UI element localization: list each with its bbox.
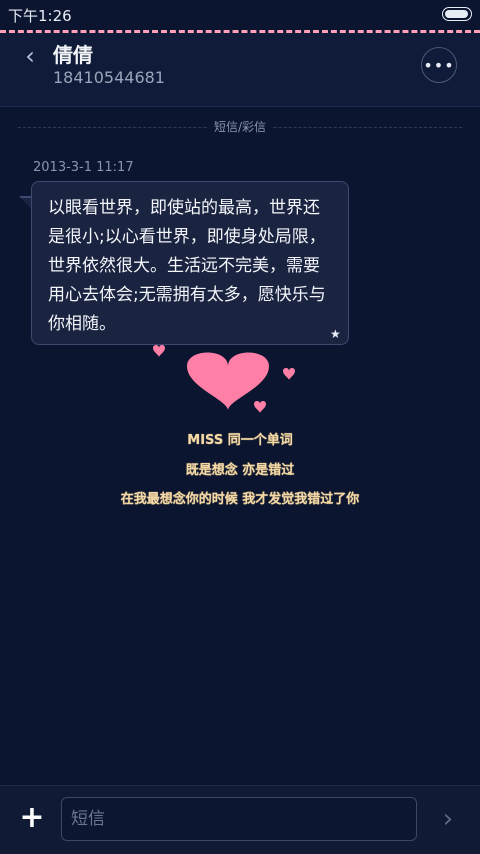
chevron-left-icon: ‹ [25,42,35,70]
message-input[interactable] [61,797,417,841]
add-attachment-button[interactable]: + [18,803,46,833]
message-bubble[interactable]: 以眼看世界，即使站的最高，世界还是很小;以心看世界，即使身处局限，世界依然很大。… [31,181,349,345]
conversation-header: ‹ 倩倩 18410544681 ••• [0,33,480,107]
send-arrow-icon: › [442,804,454,834]
battery-icon [442,7,472,21]
more-options-button[interactable]: ••• [421,47,457,83]
heart-small-left-icon [153,345,165,357]
hearts-decoration [153,345,295,413]
message-text: 以眼看世界，即使站的最高，世界还是很小;以心看世界，即使身处局限，世界依然很大。… [48,198,326,334]
status-time: 下午1:26 [8,7,72,25]
message-timestamp: 2013-3-1 11:17 [33,160,134,175]
contact-name: 倩倩 [53,43,93,67]
heart-small-right-icon [283,368,295,380]
thread-divider: 短信/彩信 [18,118,462,136]
composer-bar: + › [0,785,480,854]
decoration-line-2: 既是想念 亦是错过 [185,463,295,478]
heart-small-bottom-icon [254,401,266,413]
decoration-line-3: 在我最想念你的时候 我才发觉我错过了你 [120,492,360,507]
back-button[interactable]: ‹ [18,41,42,71]
more-icon: ••• [423,55,455,75]
contact-number: 18410544681 [53,68,165,87]
message-type-label: 短信/彩信 [207,118,273,135]
status-bar: 下午1:26 [0,0,480,30]
plus-icon: + [19,800,45,835]
send-button[interactable]: › [438,804,458,834]
decoration-line-1: MISS 同一个单词 [187,433,293,448]
star-icon[interactable]: ★ [330,327,341,341]
